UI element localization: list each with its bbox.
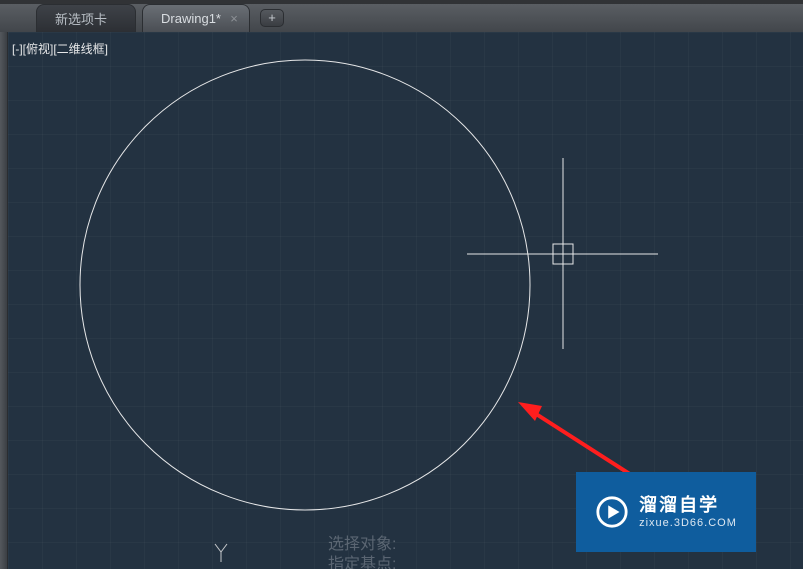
compass-icon <box>215 544 227 562</box>
watermark-url: zixue.3D66.COM <box>639 516 737 530</box>
document-tab[interactable]: 新选项卡 <box>36 4 136 32</box>
document-tab-bar: 新选项卡 Drawing1* × + <box>0 4 803 32</box>
plus-icon: + <box>268 10 276 25</box>
drawing-canvas[interactable]: [-][俯视][二维线框] 选择对象: 指定基点: <box>8 32 803 569</box>
command-line-output: 指定基点: <box>328 550 396 569</box>
viewport-label: [-][俯视][二维线框] <box>12 40 108 57</box>
close-icon[interactable]: × <box>227 12 241 26</box>
crosshair-cursor <box>467 158 658 349</box>
tab-label: Drawing1* <box>161 11 221 26</box>
watermark: 溜溜自学 zixue.3D66.COM <box>576 472 756 552</box>
command-line-output: 选择对象: <box>328 530 396 554</box>
workspace: [-][俯视][二维线框] 选择对象: 指定基点: <box>0 32 803 569</box>
left-gutter <box>0 32 8 569</box>
circle-entity <box>80 60 530 510</box>
document-tab[interactable]: Drawing1* × <box>142 4 250 32</box>
watermark-brand: 溜溜自学 <box>639 494 737 516</box>
play-icon <box>595 495 629 529</box>
tab-label: 新选项卡 <box>55 9 107 28</box>
new-tab-button[interactable]: + <box>260 9 284 27</box>
